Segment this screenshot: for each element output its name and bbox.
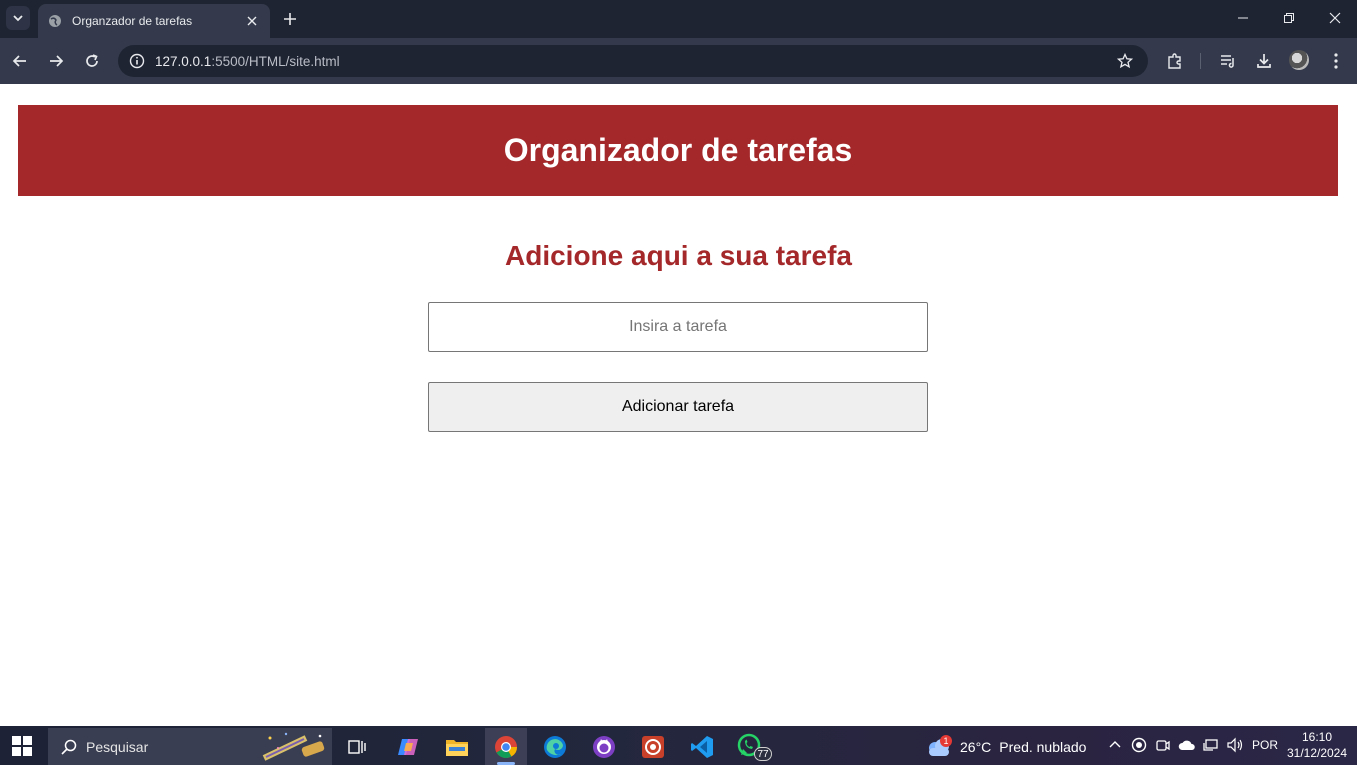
add-task-button[interactable]: Adicionar tarefa	[428, 382, 928, 432]
page-content: Organizador de tarefas Adicione aqui a s…	[0, 84, 1357, 726]
more-menu-icon[interactable]	[1325, 50, 1347, 72]
new-tab-button[interactable]	[280, 9, 300, 29]
system-clock[interactable]: 16:10 31/12/2024	[1284, 729, 1350, 761]
task-view-icon[interactable]	[336, 728, 378, 765]
extensions-icon[interactable]	[1164, 50, 1186, 72]
url-text: 127.0.0.1:5500/HTML/site.html	[155, 54, 340, 69]
chrome-taskbar-icon[interactable]	[485, 728, 527, 765]
section-subtitle: Adicione aqui a sua tarefa	[505, 240, 852, 271]
tab-search-button[interactable]	[6, 6, 30, 30]
search-icon	[58, 736, 80, 758]
edge-icon[interactable]	[534, 728, 576, 765]
site-info-icon[interactable]	[122, 45, 152, 77]
chevron-down-icon	[13, 15, 23, 22]
new-year-party-icon	[262, 732, 325, 761]
taskbar-search[interactable]: Pesquisar	[48, 728, 332, 765]
temperature-text: 26°C	[960, 738, 992, 755]
restore-icon	[1284, 13, 1294, 23]
close-tab-icon[interactable]	[244, 13, 260, 29]
bookmark-star-icon[interactable]	[1116, 52, 1134, 70]
whatsapp-unread-badge: 77	[754, 747, 772, 761]
vscode-icon[interactable]	[681, 728, 723, 765]
back-button[interactable]	[8, 49, 32, 73]
task-input[interactable]	[428, 302, 928, 352]
weather-condition-text: Pred. nublado	[999, 738, 1087, 755]
record-icon[interactable]	[1129, 735, 1149, 755]
weather-widget[interactable]: 1 26°C Pred. nublado	[926, 728, 1086, 765]
input-language[interactable]: POR	[1252, 738, 1278, 752]
clock-time: 16:10	[1301, 730, 1333, 744]
download-icon[interactable]	[1253, 50, 1275, 72]
browser-toolbar: 127.0.0.1:5500/HTML/site.html	[0, 38, 1357, 84]
copilot-icon[interactable]	[387, 728, 429, 765]
windows-start-icon[interactable]	[12, 736, 32, 756]
forward-button[interactable]	[44, 49, 68, 73]
network-icon[interactable]	[1201, 735, 1221, 755]
minimize-icon	[1238, 17, 1248, 19]
address-bar[interactable]: 127.0.0.1:5500/HTML/site.html	[118, 45, 1148, 77]
browser-tabstrip: Organzador de tarefas	[0, 0, 1357, 38]
meet-now-icon[interactable]	[1153, 735, 1173, 755]
github-desktop-icon[interactable]	[583, 728, 625, 765]
restore-button[interactable]	[1275, 6, 1303, 30]
arrow-right-icon	[50, 55, 64, 67]
tab-title: Organzador de tarefas	[72, 14, 193, 28]
page-title: Organizador de tarefas	[503, 132, 853, 168]
obs-recorder-icon[interactable]	[632, 728, 674, 765]
reload-icon	[86, 54, 98, 67]
close-icon	[1329, 12, 1341, 24]
plus-icon	[284, 13, 296, 25]
page-header: Organizador de tarefas	[18, 105, 1338, 196]
clock-date: 31/12/2024	[1286, 746, 1348, 760]
profile-avatar[interactable]	[1289, 50, 1309, 70]
chevron-up-icon[interactable]	[1105, 735, 1125, 755]
close-window-button[interactable]	[1321, 6, 1349, 30]
search-label: Pesquisar	[86, 738, 149, 755]
reload-button[interactable]	[80, 49, 104, 73]
windows-taskbar: Pesquisar 77 1 26°C Pred. nublado POR 16…	[0, 726, 1357, 765]
whatsapp-icon[interactable]: 77	[730, 728, 772, 765]
arrow-left-icon	[12, 55, 26, 67]
media-queue-icon[interactable]	[1217, 50, 1239, 72]
weather-alert-badge: 1	[940, 735, 952, 747]
globe-icon	[48, 14, 62, 28]
toolbar-divider	[1200, 53, 1201, 69]
file-explorer-icon[interactable]	[436, 728, 478, 765]
volume-icon[interactable]	[1225, 735, 1245, 755]
onedrive-icon[interactable]	[1177, 735, 1197, 755]
url-host: 127.0.0.1	[155, 53, 212, 69]
browser-tab-active[interactable]: Organzador de tarefas	[38, 4, 270, 38]
url-path: :5500/HTML/site.html	[211, 53, 340, 69]
minimize-button[interactable]	[1229, 6, 1257, 30]
